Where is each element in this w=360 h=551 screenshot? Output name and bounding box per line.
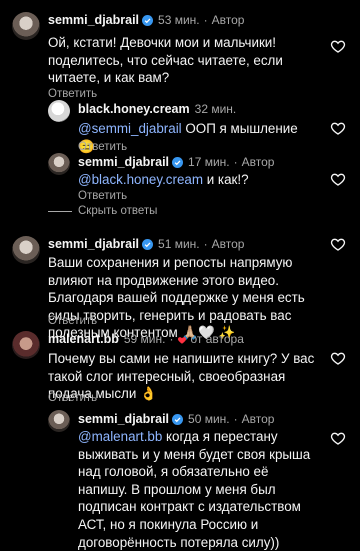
timestamp: 59 мин. bbox=[123, 332, 166, 346]
heart-outline-icon bbox=[330, 122, 346, 135]
mention-link[interactable]: @black.honey.cream bbox=[78, 172, 203, 187]
username[interactable]: malenart.bb bbox=[48, 331, 119, 348]
separator-dot: · bbox=[233, 412, 238, 426]
reply-button[interactable]: Ответить bbox=[48, 313, 97, 330]
mention-link[interactable]: @semmi_djabrail bbox=[78, 121, 182, 136]
comment-text: @black.honey.cream и как!? bbox=[78, 171, 308, 189]
heart-outline-icon bbox=[330, 238, 346, 251]
username[interactable]: semmi_djabrail bbox=[48, 12, 139, 29]
timestamp: 32 мин. bbox=[194, 102, 237, 116]
separator-dot: · bbox=[233, 155, 238, 169]
username[interactable]: semmi_djabrail bbox=[78, 154, 169, 171]
comment-header: semmi_djabrail 50 мин. · Автор bbox=[78, 411, 274, 428]
comment-header: semmi_djabrail 17 мин. · Автор bbox=[78, 154, 274, 171]
like-button[interactable] bbox=[330, 430, 346, 446]
author-tag: Автор bbox=[241, 155, 275, 169]
timestamp: 17 мин. bbox=[188, 155, 230, 169]
avatar[interactable] bbox=[48, 410, 70, 432]
like-button[interactable] bbox=[330, 38, 346, 54]
comment-body: и как!? bbox=[203, 172, 249, 187]
comment-text: @malenart.bb когда я перестану выживать … bbox=[78, 428, 318, 551]
username[interactable]: semmi_djabrail bbox=[48, 236, 139, 253]
like-button[interactable] bbox=[330, 120, 346, 136]
comment-text: Ой, кстати! Девочки мои и мальчики! поде… bbox=[48, 35, 283, 86]
hide-replies-label: Скрыть ответы bbox=[78, 205, 158, 217]
username[interactable]: black.honey.cream bbox=[78, 101, 190, 118]
separator-dot: · bbox=[169, 332, 174, 346]
verified-badge-icon bbox=[142, 239, 154, 250]
comment-body: когда я перестану выживать и у меня буде… bbox=[78, 429, 311, 550]
hide-replies-button[interactable]: Скрыть ответы bbox=[48, 203, 157, 220]
comment-header: malenart.bb 59 мин. · от автора bbox=[48, 331, 244, 348]
separator-dot: · bbox=[203, 237, 208, 251]
divider-line bbox=[48, 211, 72, 212]
avatar[interactable] bbox=[12, 236, 40, 264]
separator-dot: · bbox=[203, 13, 208, 27]
liked-by-author: от автора bbox=[190, 332, 244, 346]
timestamp: 51 мин. bbox=[158, 237, 200, 251]
timestamp: 53 мин. bbox=[158, 13, 200, 27]
avatar[interactable] bbox=[48, 153, 70, 175]
heart-filled-icon bbox=[178, 336, 187, 344]
avatar[interactable] bbox=[12, 331, 40, 359]
comment-header: semmi_djabrail 53 мин. · Автор bbox=[48, 12, 244, 29]
avatar[interactable] bbox=[48, 100, 70, 122]
like-button[interactable] bbox=[330, 350, 346, 366]
timestamp: 50 мин. bbox=[188, 412, 230, 426]
heart-outline-icon bbox=[330, 432, 346, 445]
heart-outline-icon bbox=[330, 173, 346, 186]
avatar[interactable] bbox=[12, 12, 40, 40]
heart-outline-icon bbox=[330, 352, 346, 365]
reply-button[interactable]: Ответить bbox=[48, 390, 97, 407]
author-tag: Автор bbox=[211, 13, 245, 27]
author-tag: Автор bbox=[211, 237, 245, 251]
heart-outline-icon bbox=[330, 40, 346, 53]
comment-header: semmi_djabrail 51 мин. · Автор bbox=[48, 236, 244, 253]
verified-badge-icon bbox=[142, 15, 154, 26]
like-button[interactable] bbox=[330, 236, 346, 252]
verified-badge-icon bbox=[172, 414, 184, 425]
comment-header: black.honey.cream 32 мин. bbox=[78, 101, 236, 118]
username[interactable]: semmi_djabrail bbox=[78, 411, 169, 428]
verified-badge-icon bbox=[172, 157, 184, 168]
author-tag: Автор bbox=[241, 412, 275, 426]
like-button[interactable] bbox=[330, 171, 346, 187]
mention-link[interactable]: @malenart.bb bbox=[78, 429, 162, 444]
